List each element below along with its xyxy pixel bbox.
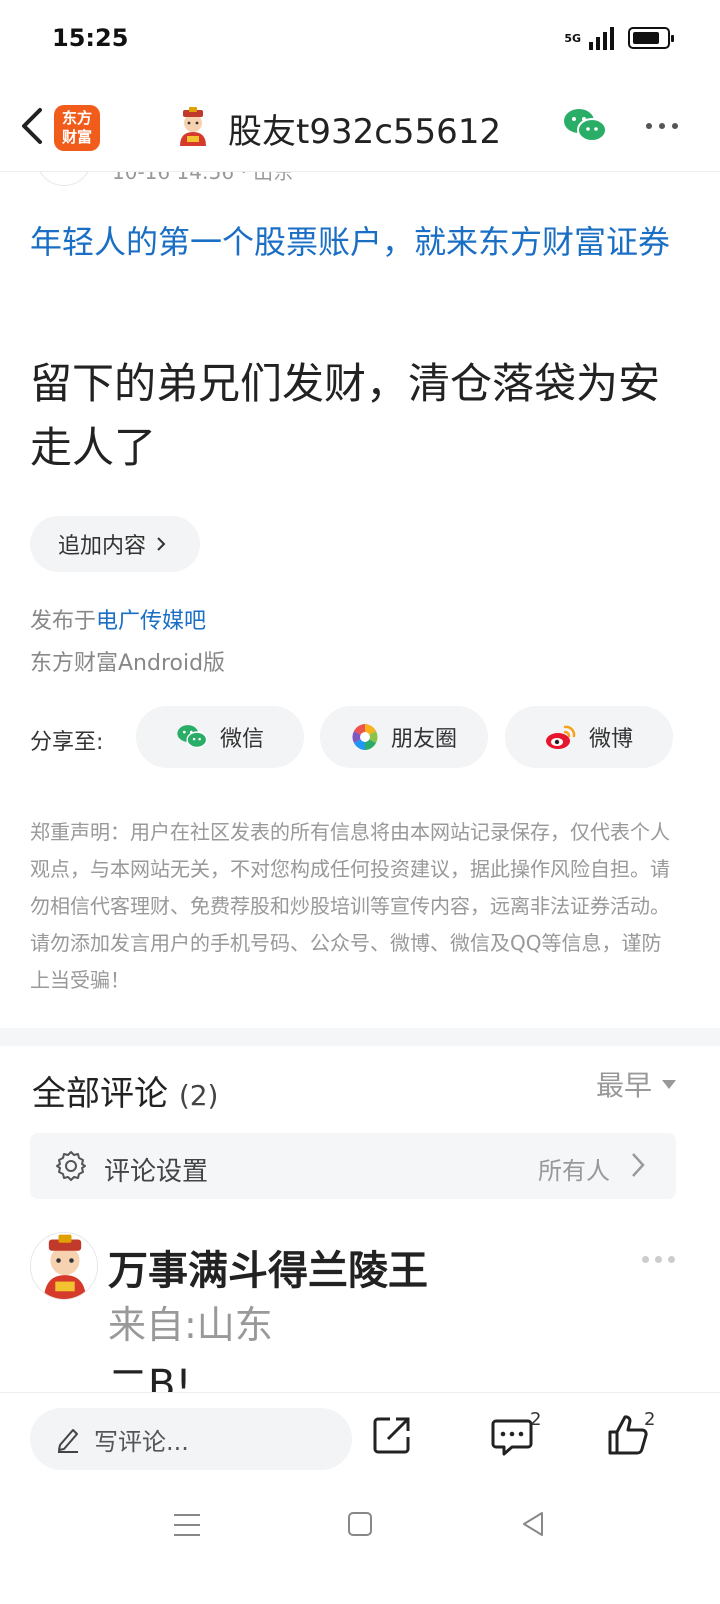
share-weibo-label: 微博 — [588, 727, 633, 752]
nav-bar: 东方 财富 股友t932c55612 — [0, 80, 720, 172]
logo-line2: 财富 — [61, 128, 92, 146]
share-label: 分享至: — [30, 730, 104, 755]
commenter-name[interactable]: 万事满斗得兰陵王 — [108, 1238, 428, 1296]
gear-icon — [56, 1151, 86, 1181]
status-indicators: 5G — [564, 26, 674, 50]
comments-count: (2) — [178, 1079, 219, 1112]
battery-icon — [628, 27, 674, 49]
published-in: 发布于电广传媒吧 — [30, 603, 206, 635]
back-icon[interactable] — [14, 104, 50, 148]
add-content-label: 追加内容 — [58, 534, 147, 559]
network-label: 5G — [564, 31, 581, 45]
comment-settings-label: 评论设置 — [104, 1157, 209, 1187]
bottom-action-bar: 写评论... 2 2 — [0, 1392, 720, 1492]
comments-title: 全部评论 — [32, 1074, 168, 1114]
comment-count-badge: 2 — [530, 1409, 542, 1430]
like-count-badge: 2 — [644, 1409, 656, 1430]
comments-header: 全部评论 (2) — [32, 1066, 218, 1115]
comment-settings-value: 所有人 — [538, 1157, 610, 1185]
chevron-right-icon — [632, 1153, 645, 1177]
share-moments-button[interactable]: 朋友圈 — [320, 706, 488, 768]
pen-icon — [58, 1429, 78, 1453]
published-prefix: 发布于 — [30, 609, 97, 634]
comment-settings-row[interactable]: 评论设置 所有人 — [30, 1133, 676, 1199]
share-wechat-button[interactable]: 微信 — [136, 706, 304, 768]
share-wechat-label: 微信 — [219, 727, 264, 752]
comment-text: 二B! — [108, 1362, 192, 1394]
wechat-icon[interactable] — [562, 106, 608, 146]
share-weibo-button[interactable]: 微博 — [505, 706, 673, 768]
user-avatar-icon[interactable] — [172, 106, 214, 148]
commenter-avatar[interactable] — [30, 1232, 98, 1300]
add-content-button[interactable]: 追加内容 — [30, 516, 200, 572]
sort-dropdown[interactable]: 最早 — [596, 1064, 676, 1104]
forum-link[interactable]: 电广传媒吧 — [96, 609, 206, 634]
moments-icon — [352, 724, 378, 750]
share-moments-label: 朋友圈 — [390, 727, 457, 752]
signal-icon — [589, 26, 614, 50]
chevron-right-icon — [157, 537, 166, 551]
avatar-icon — [31, 1233, 97, 1299]
menu-icon[interactable] — [174, 1514, 200, 1536]
logo-line1: 东方 — [61, 109, 92, 127]
page-title: 股友t932c55612 — [228, 112, 502, 152]
sort-label: 最早 — [595, 1069, 652, 1102]
comment-icon[interactable] — [490, 1413, 534, 1457]
post-body: 留下的弟兄们发财，清仓落袋为安走人了 — [30, 359, 661, 472]
app-logo[interactable]: 东方 财富 — [54, 105, 100, 151]
status-time: 15:25 — [52, 24, 129, 52]
ad-link[interactable]: 年轻人的第一个股票账户，就来东方财富证券 — [30, 216, 690, 268]
share-icon[interactable] — [370, 1413, 414, 1457]
write-comment-input[interactable]: 写评论... — [30, 1408, 352, 1470]
section-divider — [0, 1028, 720, 1046]
home-icon[interactable] — [348, 1512, 372, 1536]
back-triangle-icon[interactable] — [520, 1510, 546, 1538]
weibo-icon — [545, 725, 576, 749]
wechat-icon — [177, 725, 208, 749]
commenter-location: 来自:山东 — [108, 1303, 273, 1347]
comment-more-icon[interactable] — [642, 1256, 675, 1263]
write-comment-placeholder: 写评论... — [94, 1427, 189, 1456]
system-nav-bar — [0, 1492, 720, 1604]
battery-level — [633, 32, 659, 44]
client-label: 东方财富Android版 — [30, 651, 226, 676]
caret-down-icon — [662, 1079, 676, 1089]
more-options-icon[interactable] — [646, 116, 686, 136]
status-bar: 15:25 5G — [0, 0, 720, 80]
disclaimer: 郑重声明：用户在社区发表的所有信息将由本网站记录保存，仅代表个人观点，与本网站无… — [30, 820, 670, 992]
